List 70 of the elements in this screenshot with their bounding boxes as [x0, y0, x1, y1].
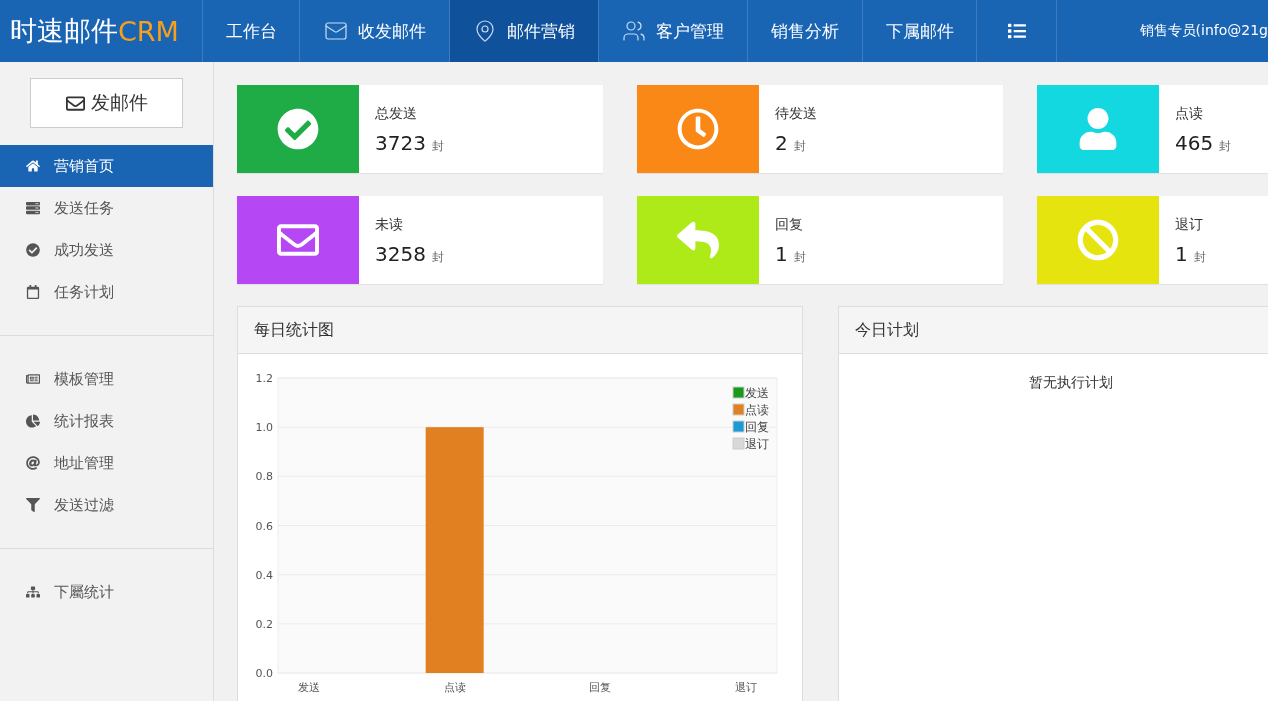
axis-category-label: 点读	[443, 681, 466, 694]
stat-unit: 封	[793, 138, 806, 155]
axis-tick-label: 0.4	[255, 568, 273, 582]
nav-tab[interactable]: 客户管理	[599, 0, 748, 62]
axis-tick-label: 0.8	[255, 470, 273, 484]
mail-icon	[323, 19, 348, 43]
ban-icon	[1077, 219, 1119, 261]
nav-tab[interactable]: 邮件营销	[450, 0, 599, 62]
clock-icon	[677, 108, 719, 150]
legend-label: 回复	[745, 420, 769, 434]
panel-title: 每日统计图	[238, 307, 802, 354]
user-account[interactable]: 销售专员(info@21g	[1139, 0, 1268, 62]
sidebar-item[interactable]: 模板管理	[0, 358, 213, 400]
stat-label: 总发送	[375, 105, 418, 123]
sidebar-icon	[26, 372, 40, 386]
map-pin-icon	[473, 19, 497, 43]
nav-tab[interactable]: 下属邮件	[863, 0, 977, 62]
sidebar-icon	[26, 201, 40, 215]
stat-label: 待发送	[775, 105, 817, 123]
stat-unit: 封	[1219, 138, 1232, 155]
menu-icon	[1007, 22, 1026, 40]
stat-label: 未读	[375, 216, 404, 234]
axis-tick-label: 0.2	[255, 617, 273, 631]
sidebar-icon	[26, 585, 40, 599]
reply-icon	[677, 219, 719, 261]
sidebar-item[interactable]: 下屬统计	[0, 571, 213, 613]
sidebar-item[interactable]: 发送任务	[0, 187, 213, 229]
axis-category-label: 退订	[735, 681, 757, 694]
sidebar-icon	[26, 243, 40, 257]
sidebar-icon	[26, 159, 40, 173]
envelope-icon	[65, 93, 85, 113]
axis-tick-label: 1.0	[255, 421, 273, 435]
sidebar-icon	[26, 498, 40, 512]
axis-tick-label: 0.6	[255, 519, 273, 533]
axis-tick-label: 0.0	[255, 667, 273, 680]
axis-category-label: 发送	[298, 681, 320, 694]
stat-unit: 封	[793, 249, 806, 266]
axis-tick-label: 1.2	[255, 372, 273, 385]
stat-value: 2	[775, 131, 788, 155]
sidebar-item[interactable]: 成功发送	[0, 229, 213, 271]
stat-label: 点读	[1175, 105, 1204, 123]
sidebar-icon	[26, 414, 40, 428]
user-icon	[1077, 108, 1119, 150]
nav-tab[interactable]: 销售分析	[748, 0, 863, 62]
sidebar-icon	[26, 285, 40, 299]
stat-value: 3723	[375, 131, 426, 155]
legend-label: 点读	[745, 403, 769, 417]
sidebar-item[interactable]: 营销首页	[0, 145, 213, 187]
users-icon	[622, 19, 646, 43]
sidebar-item[interactable]: 任务计划	[0, 271, 213, 313]
empty-message: 暂无执行计划	[1028, 373, 1114, 392]
stat-value: 465	[1175, 131, 1214, 155]
stat-unit: 封	[431, 249, 444, 266]
stat-value: 1	[1175, 242, 1188, 266]
legend-label: 退订	[745, 437, 769, 451]
stat-unit: 封	[1193, 249, 1206, 266]
sidebar-icon	[26, 456, 40, 470]
compose-button[interactable]: 发邮件	[30, 78, 183, 128]
check-icon	[277, 108, 319, 150]
sidebar-item[interactable]: 统计报表	[0, 400, 213, 442]
stat-label: 退订	[1175, 216, 1204, 234]
stat-unit: 封	[431, 138, 444, 155]
legend-label: 发送	[745, 386, 769, 400]
sidebar-item[interactable]: 发送过滤	[0, 484, 213, 526]
stat-label: 回复	[775, 216, 804, 234]
panel-title: 今日计划	[839, 307, 1268, 354]
stat-value: 1	[775, 242, 788, 266]
axis-category-label: 回复	[589, 681, 612, 694]
sidebar-item[interactable]: 地址管理	[0, 442, 213, 484]
stat-value: 3258	[375, 242, 426, 266]
